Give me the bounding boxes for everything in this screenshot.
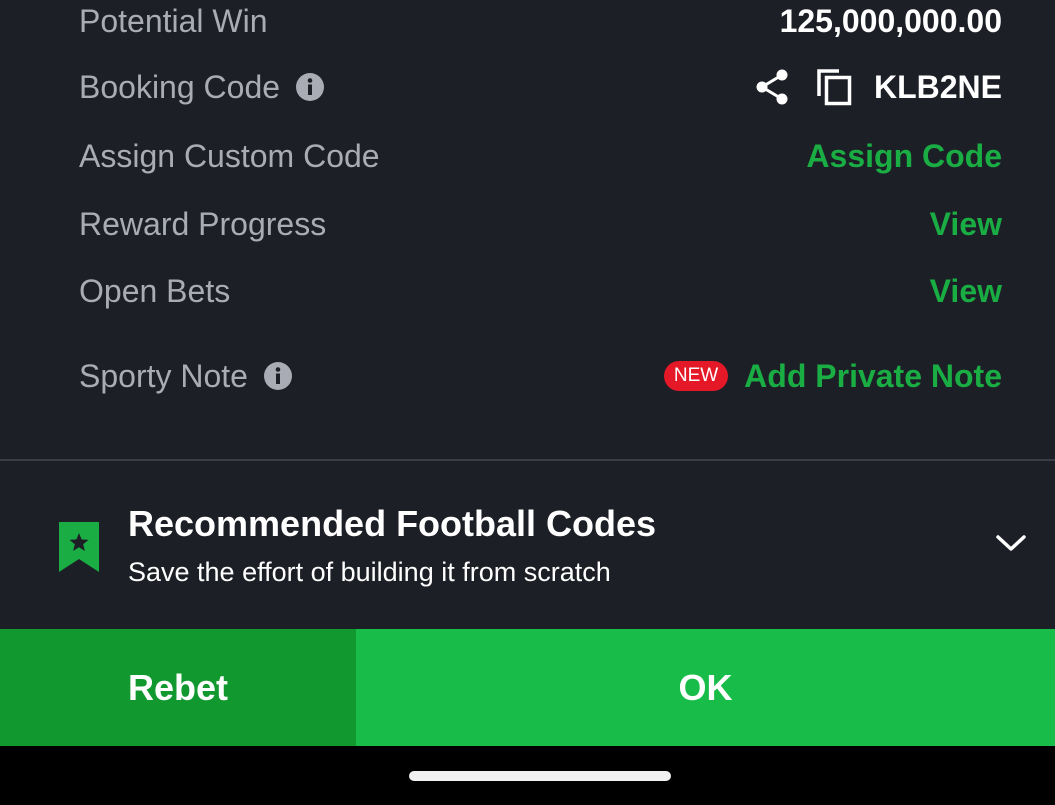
reward-progress-label: Reward Progress <box>79 205 327 242</box>
share-icon[interactable] <box>752 67 792 107</box>
info-icon[interactable] <box>295 72 325 102</box>
reward-progress-view-link[interactable]: View <box>930 206 1002 243</box>
sporty-note-label-group: Sporty Note <box>79 358 293 395</box>
action-button-bar: Rebet OK <box>0 629 1055 746</box>
recommended-title: Recommended Football Codes <box>128 503 657 544</box>
open-bets-label: Open Bets <box>79 272 231 309</box>
sporty-note-row: Sporty Note NEW Add Private Note <box>79 351 1002 401</box>
info-icon[interactable] <box>263 361 293 391</box>
potential-win-row: Potential Win 125,000,000.00 <box>79 0 1002 46</box>
chevron-down-icon[interactable] <box>995 531 1027 555</box>
bet-summary-screen: Potential Win 125,000,000.00 Booking Cod… <box>0 0 1055 805</box>
sporty-note-actions: NEW Add Private Note <box>663 358 1002 395</box>
new-badge: NEW <box>663 361 729 391</box>
potential-win-value: 125,000,000.00 <box>779 2 1002 39</box>
booking-code-row: Booking Code KLB2NE <box>79 62 1002 112</box>
copy-icon[interactable] <box>814 67 854 107</box>
home-indicator[interactable] <box>409 771 671 781</box>
open-bets-row: Open Bets View <box>79 266 1002 316</box>
recommended-subtitle: Save the effort of building it from scra… <box>128 557 611 587</box>
open-bets-view-link[interactable]: View <box>930 273 1002 310</box>
reward-progress-row: Reward Progress View <box>79 199 1002 249</box>
add-private-note-link[interactable]: Add Private Note <box>744 358 1002 395</box>
custom-code-row: Assign Custom Code Assign Code <box>79 131 1002 181</box>
booking-code-value[interactable]: KLB2NE <box>874 69 1002 106</box>
ok-button[interactable]: OK <box>356 629 1055 746</box>
custom-code-label: Assign Custom Code <box>79 137 380 174</box>
booking-code-label: Booking Code <box>79 68 281 105</box>
assign-code-link[interactable]: Assign Code <box>806 138 1002 175</box>
recommended-codes-panel[interactable]: Recommended Football Codes Save the effo… <box>0 461 1055 629</box>
booking-code-actions: KLB2NE <box>752 67 1002 107</box>
sporty-note-label: Sporty Note <box>79 357 248 394</box>
booking-code-label-group: Booking Code <box>79 69 325 106</box>
bookmark-star-icon <box>58 521 100 573</box>
system-navigation-bar <box>0 746 1055 805</box>
potential-win-label: Potential Win <box>79 2 268 39</box>
rebet-button[interactable]: Rebet <box>0 629 356 746</box>
